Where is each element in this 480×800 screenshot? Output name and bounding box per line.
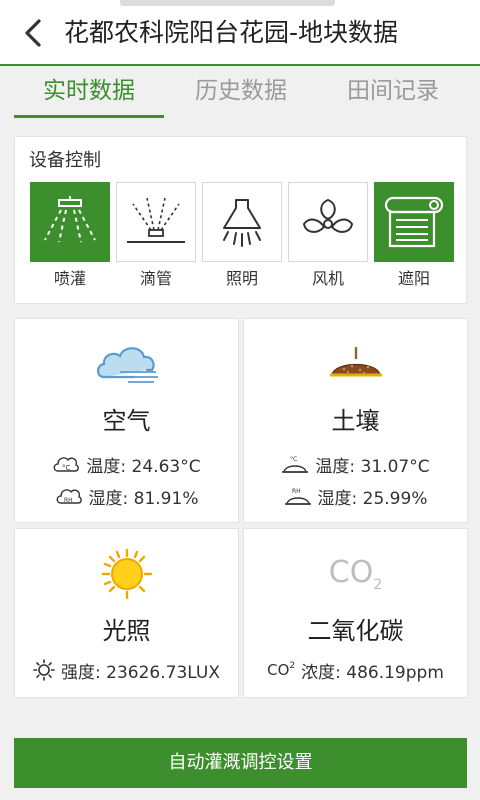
co2-icon: CO2 [244, 553, 467, 605]
device-control-card: 设备控制 喷灌 滴管 照明 风机 遮阳 [14, 136, 467, 304]
device-drip-button[interactable] [116, 182, 196, 262]
co2-concentration: CO 2 浓度: 486.19ppm [244, 657, 467, 683]
device-fan-label: 风机 [311, 269, 344, 288]
air-humidity-value: 湿度: 81.91% [88, 488, 199, 509]
back-arrow-icon [25, 19, 41, 47]
fan-icon [302, 198, 354, 233]
device-shade-button[interactable] [374, 182, 454, 262]
air-temp-value: 温度: 24.63°C [86, 456, 201, 477]
device-lamp-button[interactable] [202, 182, 282, 262]
header-bar: 花都农科院阳台花园-地块数据 [0, 0, 480, 66]
soil-title: 土壤 [331, 407, 380, 435]
soil-humidity-value: 湿度: 25.99% [317, 488, 428, 509]
svg-text:RH: RH [64, 497, 73, 504]
soil-temp-icon: °C [281, 454, 309, 474]
soil-humidity: RH 湿度: 25.99% [244, 483, 467, 509]
tab-field-records[interactable]: 田间记录 [318, 66, 468, 118]
sprinkler-icon [44, 196, 96, 243]
soil-icon-wrap [244, 345, 467, 379]
co2-title: 二氧化碳 [307, 617, 404, 645]
status-bar-remnant [120, 0, 335, 6]
light-small-sun-icon [33, 659, 55, 681]
device-sprinkler[interactable]: 喷灌 [30, 182, 110, 290]
shade-icon [384, 196, 444, 248]
cloud-icon-wrap [15, 343, 238, 385]
tab-history[interactable]: 历史数据 [166, 66, 316, 118]
air-temperature: °C 温度: 24.63°C [15, 451, 238, 477]
device-shade-label: 遮阳 [397, 269, 430, 288]
svg-text:RH: RH [292, 488, 301, 495]
lamp-icon [223, 199, 261, 247]
active-tab-indicator [14, 115, 164, 118]
air-title: 空气 [102, 407, 151, 435]
sun-icon-wrap [15, 547, 238, 601]
light-intensity-value: 强度: 23626.73LUX [61, 662, 220, 683]
auto-irrigation-settings-button[interactable]: 自动灌溉调控设置 [14, 738, 467, 788]
tab-realtime[interactable]: 实时数据 [14, 66, 164, 118]
device-fan[interactable]: 风机 [288, 182, 368, 290]
soil-temperature: °C 温度: 31.07°C [244, 451, 467, 477]
cloud-icon [96, 347, 158, 383]
air-sensor-card[interactable]: 空气 °C 温度: 24.63°C RH 湿度: 81.91% [14, 318, 239, 523]
svg-text:°C: °C [290, 456, 297, 463]
soil-icon [329, 347, 382, 377]
light-sensor-card[interactable]: 光照 强度: 23626.73LUX [14, 528, 239, 698]
air-temp-icon: °C [52, 454, 80, 474]
device-control-title: 设备控制 [29, 150, 101, 171]
soil-humidity-icon: RH [284, 486, 312, 506]
light-title: 光照 [102, 617, 151, 645]
co2-concentration-value: 浓度: 486.19ppm [301, 662, 444, 683]
device-lamp[interactable]: 照明 [202, 182, 282, 290]
soil-sensor-card[interactable]: 土壤 °C 温度: 31.07°C RH 湿度: 25.99% [243, 318, 468, 523]
back-button[interactable] [14, 14, 52, 52]
co2-icon-text: CO [328, 555, 374, 590]
device-drip[interactable]: 滴管 [116, 182, 196, 290]
light-intensity: 强度: 23626.73LUX [15, 657, 238, 683]
device-fan-button[interactable] [288, 182, 368, 262]
device-lamp-label: 照明 [225, 269, 258, 288]
drip-icon [127, 197, 185, 243]
air-humidity-icon: RH [55, 486, 83, 506]
co2-small-icon: CO 2 [267, 661, 296, 679]
svg-text:°C: °C [62, 464, 71, 472]
sun-icon [101, 548, 152, 600]
tab-bar: 实时数据 历史数据 田间记录 [0, 66, 480, 122]
co2-sensor-card[interactable]: CO2 二氧化碳 CO 2 浓度: 486.19ppm [243, 528, 468, 698]
device-sprinkler-button[interactable] [30, 182, 110, 262]
device-sprinkler-label: 喷灌 [53, 269, 86, 288]
air-humidity: RH 湿度: 81.91% [15, 483, 238, 509]
co2-icon-sub: 2 [373, 577, 383, 593]
page-title: 花都农科院阳台花园-地块数据 [64, 18, 399, 47]
device-shade[interactable]: 遮阳 [374, 182, 454, 290]
soil-temp-value: 温度: 31.07°C [315, 456, 430, 477]
device-drip-label: 滴管 [139, 269, 172, 288]
